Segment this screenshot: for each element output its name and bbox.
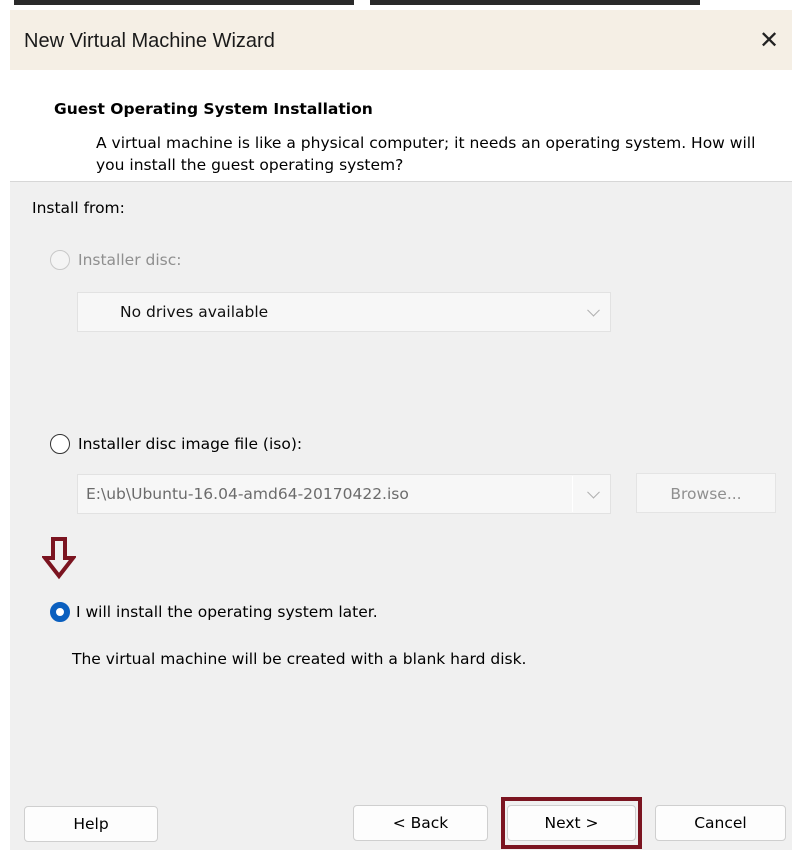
window-title: New Virtual Machine Wizard [24, 30, 275, 52]
page-title: Guest Operating System Installation [54, 100, 373, 118]
installer-disc-label: Installer disc: [78, 251, 182, 269]
iso-label: Installer disc image file (iso): [78, 435, 303, 453]
iso-path-value: E:\ub\Ubuntu-16.04-amd64-20170422.iso [86, 485, 409, 503]
installer-disc-radio[interactable] [50, 250, 70, 270]
wizard-dialog: New Virtual Machine Wizard ✕ Guest Opera… [10, 10, 792, 850]
install-later-radio[interactable] [50, 602, 70, 622]
next-button-highlight [501, 797, 642, 849]
cancel-button[interactable]: Cancel [655, 805, 786, 841]
installer-disc-dropdown-value: No drives available [120, 303, 269, 321]
wizard-header: Guest Operating System Installation A vi… [10, 70, 792, 182]
browse-button[interactable]: Browse... [636, 473, 776, 513]
installer-disc-dropdown[interactable]: No drives available [77, 292, 611, 332]
chevron-down-icon[interactable] [587, 485, 600, 499]
page-description: A virtual machine is like a physical com… [96, 134, 756, 174]
iso-radio[interactable] [50, 434, 70, 454]
iso-path-combobox[interactable]: E:\ub\Ubuntu-16.04-amd64-20170422.iso [77, 474, 611, 514]
screen-background-strip [0, 0, 792, 8]
close-icon[interactable]: ✕ [752, 23, 786, 57]
back-button[interactable]: < Back [353, 805, 488, 841]
background-window-edge [370, 0, 700, 5]
install-later-description: The virtual machine will be created with… [72, 650, 527, 668]
help-button[interactable]: Help [24, 806, 158, 842]
install-later-label: I will install the operating system late… [76, 603, 378, 621]
chevron-down-icon [587, 303, 600, 317]
install-from-label: Install from: [32, 199, 125, 217]
title-bar[interactable]: New Virtual Machine Wizard ✕ [10, 10, 792, 70]
down-arrow-icon [42, 537, 76, 580]
combo-separator [572, 476, 573, 512]
background-window-edge [14, 0, 354, 5]
